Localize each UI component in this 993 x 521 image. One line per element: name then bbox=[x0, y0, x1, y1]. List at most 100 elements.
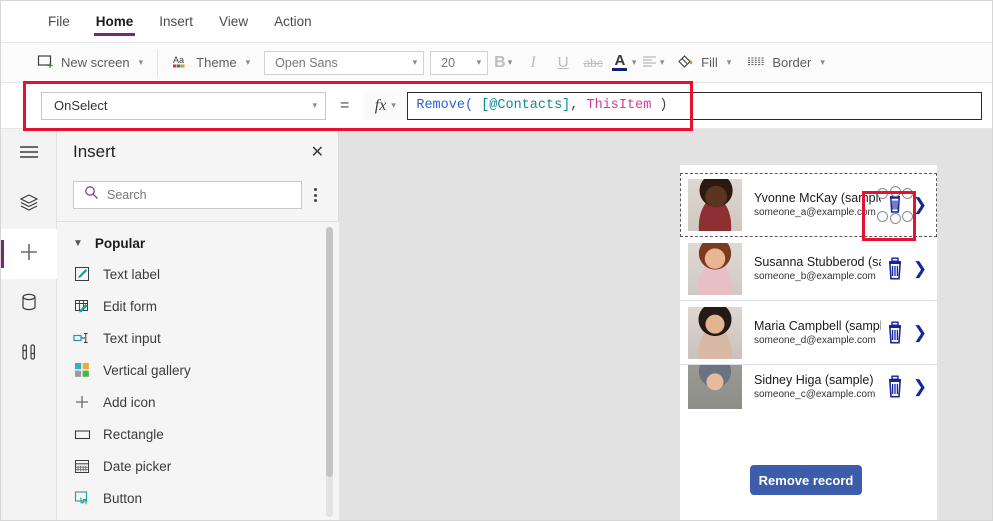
fill-label: Fill bbox=[701, 55, 718, 70]
paint-bucket-icon bbox=[676, 52, 694, 73]
align-button[interactable]: ▾ bbox=[638, 49, 668, 77]
strikethrough-button[interactable]: abc bbox=[578, 49, 608, 77]
insert-panel-scrollbar[interactable] bbox=[326, 227, 333, 517]
font-size-select[interactable]: 20 ▾ bbox=[430, 50, 489, 75]
delete-icon-selected[interactable] bbox=[877, 185, 913, 225]
property-select[interactable]: OnSelect ▾ bbox=[41, 91, 326, 120]
menu-item-home[interactable]: Home bbox=[83, 2, 147, 42]
insert-item-label: Button bbox=[103, 490, 143, 506]
contact-email: someone_d@example.com bbox=[754, 334, 876, 346]
resize-handle-s[interactable] bbox=[889, 213, 901, 224]
resize-handle-n[interactable] bbox=[889, 186, 901, 197]
formula-bar: OnSelect ▾ = fx ▾ Remove( [@Contacts], T… bbox=[1, 83, 992, 129]
fx-button[interactable]: fx ▾ bbox=[363, 91, 408, 120]
bold-button[interactable]: B ▾ bbox=[488, 49, 518, 77]
contact-email: someone_b@example.com bbox=[754, 270, 876, 282]
insert-item-add-icon[interactable]: Add icon bbox=[57, 386, 339, 418]
formula-token: [@Contacts] bbox=[481, 98, 571, 113]
insert-item-text-label[interactable]: Text label bbox=[57, 258, 339, 290]
font-name-value: Open Sans bbox=[275, 55, 338, 70]
text-label-icon bbox=[73, 265, 91, 283]
delete-icon[interactable] bbox=[881, 375, 909, 399]
insert-item-edit-form[interactable]: Edit form bbox=[57, 290, 339, 322]
chevron-down-icon: ▾ bbox=[820, 57, 825, 67]
chevron-down-icon: ▾ bbox=[138, 57, 144, 67]
equals-sign: = bbox=[340, 96, 350, 114]
insert-item-label: Add icon bbox=[103, 394, 156, 410]
font-name-select[interactable]: Open Sans ▾ bbox=[264, 50, 425, 75]
ribbon-group-theme: Aa Theme ▾ bbox=[164, 43, 258, 83]
chevron-right-icon[interactable]: ❯ bbox=[909, 377, 931, 397]
fx-icon: fx bbox=[374, 96, 387, 114]
menu-item-action[interactable]: Action bbox=[261, 2, 325, 42]
remove-record-button[interactable]: Remove record bbox=[750, 465, 862, 495]
border-button[interactable]: Border ▾ bbox=[739, 48, 833, 78]
rectangle-icon bbox=[73, 425, 91, 443]
font-color-button[interactable]: A ▾ bbox=[608, 49, 638, 77]
resize-handle-se[interactable] bbox=[902, 211, 913, 222]
insert-item-button[interactable]: Button bbox=[57, 482, 339, 514]
search-input[interactable]: Search bbox=[73, 181, 302, 209]
gallery-row-text: Susanna Stubberod (sample) someone_b@exa… bbox=[742, 254, 881, 284]
trash-icon bbox=[889, 321, 901, 343]
gallery-row[interactable]: Susanna Stubberod (sample) someone_b@exa… bbox=[680, 237, 937, 301]
rail-item-hamburger[interactable] bbox=[1, 129, 57, 179]
fill-button[interactable]: Fill ▾ bbox=[668, 48, 739, 78]
menu-item-file[interactable]: File bbox=[35, 2, 83, 42]
resize-handle-nw[interactable] bbox=[877, 188, 888, 199]
chevron-down-icon: ▾ bbox=[631, 57, 637, 67]
chevron-right-icon[interactable]: ❯ bbox=[909, 323, 931, 343]
strikethrough-icon: abc bbox=[583, 55, 603, 70]
insert-panel: Insert ✕ Search ▼ Popular Text label Edi… bbox=[57, 129, 339, 520]
gallery-row[interactable]: Maria Campbell (sample) someone_d@exampl… bbox=[680, 301, 937, 365]
bold-icon: B bbox=[494, 53, 506, 71]
chevron-down-icon: ▾ bbox=[245, 57, 251, 67]
underline-icon: U bbox=[557, 54, 569, 71]
rail-item-data[interactable] bbox=[1, 279, 57, 329]
font-color-icon: A bbox=[610, 49, 630, 77]
contact-name: Sidney Higa (sample) bbox=[754, 373, 874, 387]
chevron-right-icon[interactable]: ❯ bbox=[909, 259, 931, 279]
insert-item-text-input[interactable]: Text input bbox=[57, 322, 339, 354]
formula-input[interactable]: Remove( [@Contacts], ThisItem ) bbox=[407, 91, 982, 120]
menu-item-label: Insert bbox=[159, 14, 194, 29]
delete-icon[interactable] bbox=[881, 321, 909, 345]
underline-button[interactable]: U bbox=[548, 49, 578, 77]
rail-item-insert[interactable] bbox=[1, 229, 57, 279]
theme-button[interactable]: Aa Theme ▾ bbox=[164, 48, 258, 78]
chevron-right-icon[interactable]: ❯ bbox=[909, 195, 931, 215]
insert-item-label: Text input bbox=[103, 330, 161, 346]
rail-item-tree-view[interactable] bbox=[1, 179, 57, 229]
menu-item-view[interactable]: View bbox=[206, 2, 261, 42]
close-icon[interactable]: ✕ bbox=[311, 142, 324, 162]
delete-icon[interactable] bbox=[881, 257, 909, 281]
italic-button[interactable]: I bbox=[518, 49, 548, 77]
insert-item-label: Edit form bbox=[103, 298, 158, 314]
insert-item-date-picker[interactable]: Date picker bbox=[57, 450, 339, 482]
date-picker-icon bbox=[73, 457, 91, 475]
main-menu-bar: File Home Insert View Action bbox=[1, 1, 992, 43]
contact-email: someone_c@example.com bbox=[754, 389, 876, 400]
formula-token bbox=[473, 98, 481, 113]
gallery-row[interactable]: Yvonne McKay (sample) someone_a@example.… bbox=[680, 173, 937, 237]
rail-item-advanced[interactable] bbox=[1, 329, 57, 379]
formula-token: Remove( bbox=[416, 98, 474, 113]
font-color-swatch bbox=[612, 68, 628, 71]
resize-handle-sw[interactable] bbox=[877, 211, 888, 222]
gallery-row[interactable]: Sidney Higa (sample) someone_c@example.c… bbox=[680, 365, 937, 409]
menu-item-label: Action bbox=[274, 14, 312, 29]
scrollbar-thumb[interactable] bbox=[326, 227, 333, 477]
new-screen-button[interactable]: New screen ▾ bbox=[29, 48, 151, 78]
chevron-down-icon: ▾ bbox=[476, 57, 482, 67]
more-options-icon[interactable] bbox=[302, 188, 328, 202]
insert-item-rectangle[interactable]: Rectangle bbox=[57, 418, 339, 450]
menu-item-insert[interactable]: Insert bbox=[146, 2, 206, 42]
insert-item-vertical-gallery[interactable]: Vertical gallery bbox=[57, 354, 339, 386]
resize-handle-ne[interactable] bbox=[902, 188, 913, 199]
section-header-popular[interactable]: ▼ Popular bbox=[57, 228, 339, 258]
left-icon-rail bbox=[1, 129, 57, 520]
insert-panel-header: Insert ✕ bbox=[57, 129, 338, 175]
italic-icon: I bbox=[530, 53, 536, 71]
gallery-row-text: Maria Campbell (sample) someone_d@exampl… bbox=[742, 318, 881, 348]
property-select-value: OnSelect bbox=[54, 98, 108, 113]
